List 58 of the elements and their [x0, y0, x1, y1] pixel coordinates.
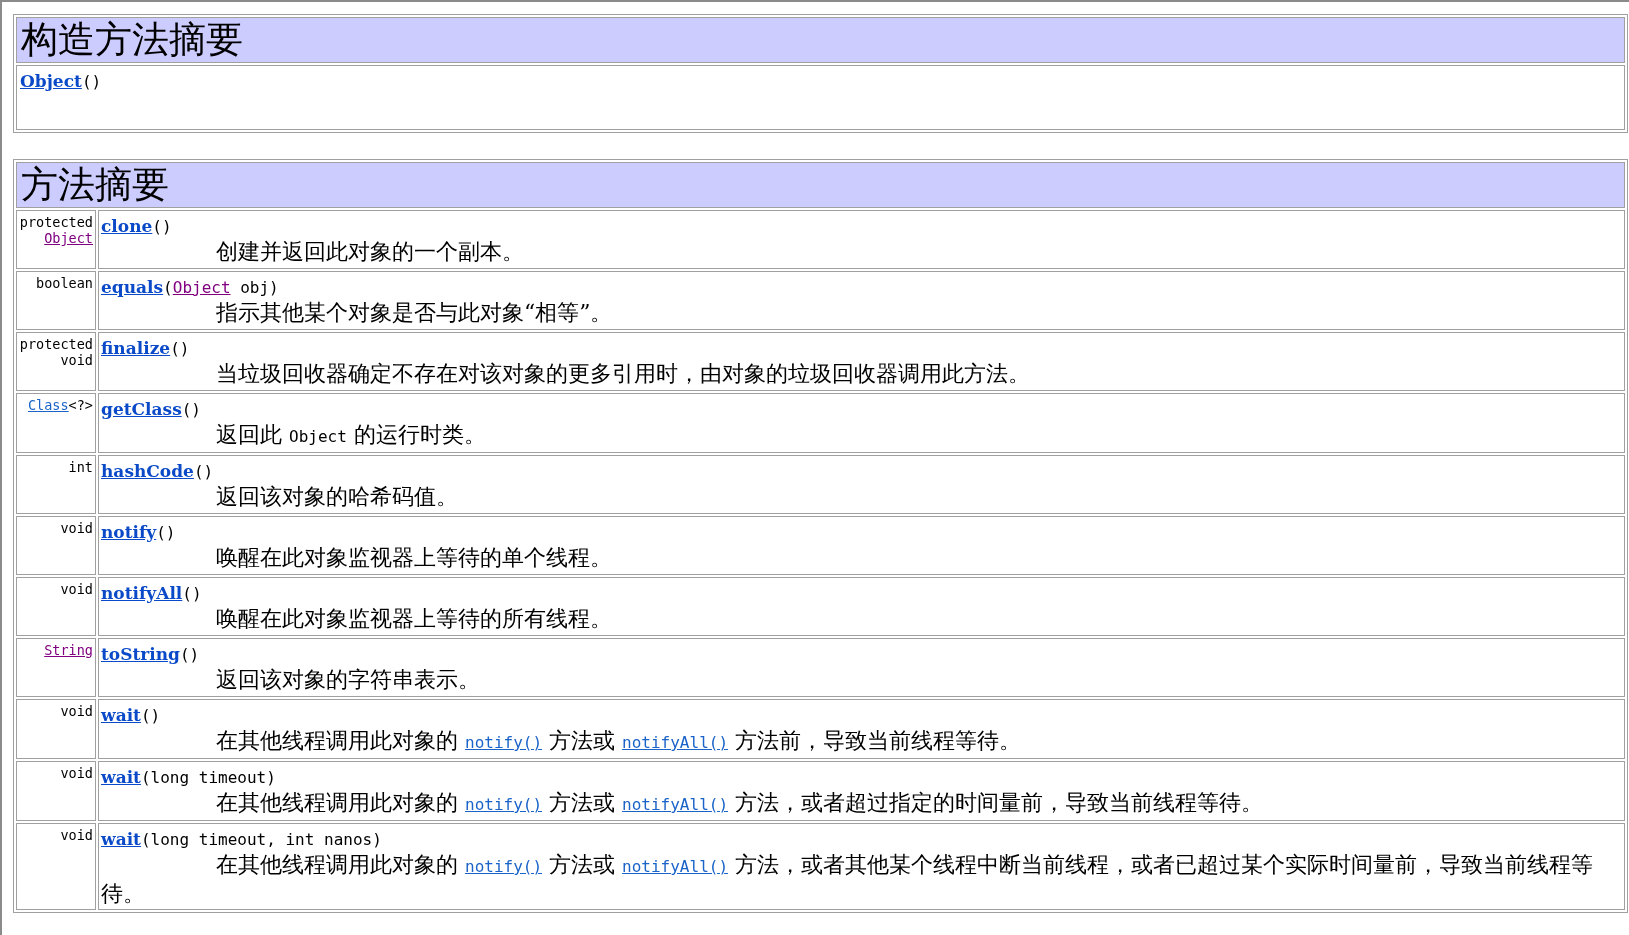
method-description: 当垃圾回收器确定不存在对该对象的更多引用时，由对象的垃圾回收器调用此方法。 — [215, 360, 1031, 387]
method-description: 在其他线程调用此对象的 notify() 方法或 notifyAll() 方法，或者超过指定的时间量前，导致当前线程等待。 — [215, 789, 1265, 817]
constructor-signature: Object() — [20, 72, 102, 91]
method-link[interactable]: clone — [101, 216, 153, 236]
section-heading: 方法摘要 — [16, 162, 1625, 208]
method-link[interactable]: notifyAll — [101, 583, 183, 603]
method-description: 唤醒在此对象监视器上等待的所有线程。 — [215, 605, 613, 632]
method-signature: equals(Object obj) — [101, 276, 280, 299]
method-link[interactable]: getClass — [101, 399, 182, 419]
return-type: void — [59, 827, 93, 843]
return-type-link[interactable]: Class — [27, 397, 69, 413]
return-type: void — [59, 520, 93, 536]
method-description: 指示其他某个对象是否与此对象“相等”。 — [215, 299, 614, 326]
method-link[interactable]: wait — [101, 829, 141, 849]
method-description: 在其他线程调用此对象的 notify() 方法或 notifyAll() 方法前，导致当前线程等待。 — [215, 727, 1023, 755]
method-link[interactable]: notify — [101, 522, 157, 542]
method-link[interactable]: Object — [20, 71, 82, 91]
method-description: 返回该对象的字符串表示。 — [215, 666, 481, 693]
type-link[interactable]: notifyAll() — [622, 795, 729, 814]
method-link[interactable]: toString — [101, 644, 180, 664]
type-link[interactable]: Object — [172, 278, 231, 297]
method-signature: wait(long timeout, int nanos) — [101, 828, 383, 851]
return-type-link[interactable]: Object — [44, 230, 93, 246]
type-link[interactable]: notifyAll() — [622, 857, 729, 876]
method-signature: wait(long timeout) — [101, 766, 277, 789]
method-link[interactable]: hashCode — [101, 461, 194, 481]
method-signature: clone() — [101, 215, 173, 238]
return-type: protected — [19, 336, 93, 352]
type-link[interactable]: notifyAll() — [622, 733, 729, 752]
method-signature: notifyAll() — [101, 582, 203, 605]
method-description: 返回该对象的哈希码值。 — [215, 483, 459, 510]
return-type: void — [59, 703, 93, 719]
method-signature: toString() — [101, 643, 201, 666]
type-link[interactable]: notify() — [465, 857, 543, 876]
method-signature: hashCode() — [101, 460, 215, 483]
method-signature: finalize() — [101, 337, 191, 360]
return-type: void — [59, 581, 93, 597]
method-description: 唤醒在此对象监视器上等待的单个线程。 — [215, 544, 613, 571]
method-signature: wait() — [101, 704, 162, 727]
return-type-link[interactable]: String — [44, 642, 93, 658]
method-signature: notify() — [101, 521, 177, 544]
method-description: 在其他线程调用此对象的 notify() 方法或 notifyAll() 方法，或者其他某个线程中断当前线程，或者已超过某个实际时间量前，导致当前线程等待。 — [101, 851, 1595, 907]
return-type: boolean — [35, 275, 93, 291]
method-link[interactable]: finalize — [101, 338, 171, 358]
return-type: void — [59, 352, 93, 368]
method-signature: getClass() — [101, 398, 202, 421]
return-type: protected — [19, 214, 93, 230]
return-type: int — [67, 459, 93, 475]
type-link[interactable]: notify() — [465, 795, 543, 814]
method-link[interactable]: wait — [101, 705, 141, 725]
method-link[interactable]: equals — [101, 277, 164, 297]
method-link[interactable]: wait — [101, 767, 141, 787]
section-heading: 构造方法摘要 — [16, 17, 1625, 63]
method-description: 创建并返回此对象的一个副本。 — [215, 238, 525, 265]
method-description: 返回此 Object 的运行时类。 — [215, 421, 487, 449]
type-link[interactable]: notify() — [465, 733, 543, 752]
return-type: <?> — [68, 397, 93, 413]
return-type: void — [59, 765, 93, 781]
